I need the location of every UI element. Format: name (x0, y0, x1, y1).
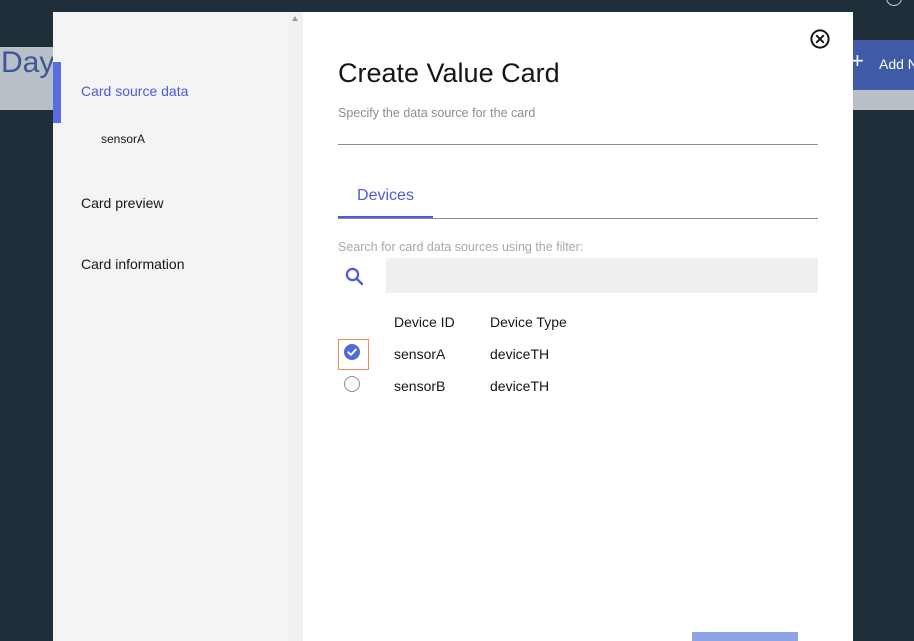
scroll-up-arrow-icon[interactable] (292, 16, 298, 21)
column-header-device-type: Device Type (490, 314, 567, 330)
nav-item-card-preview[interactable]: Card preview (53, 195, 316, 211)
background-add-button[interactable]: + Add N (851, 40, 914, 90)
modal-main-content: Create Value Card Specify the data sourc… (338, 12, 818, 641)
table-cell-device-id: sensorA (394, 346, 446, 362)
checkmark-icon (347, 348, 357, 356)
search-label: Search for card data sources using the f… (338, 240, 584, 254)
table-cell-device-id: sensorB (394, 378, 446, 394)
modal-subtitle: Specify the data source for the card (338, 106, 536, 120)
nav-sub-item-sensora[interactable]: sensorA (101, 132, 145, 146)
modal-title: Create Value Card (338, 58, 560, 88)
tab-devices[interactable]: Devices (338, 176, 433, 218)
create-value-card-modal: Card source data sensorA Card preview Ca… (53, 12, 853, 641)
nav-item-card-source-data[interactable]: Card source data (53, 83, 316, 99)
radio-sensora[interactable] (344, 344, 360, 360)
sidebar-scrollbar[interactable] (288, 12, 303, 641)
background-add-button-label: Add N (879, 56, 914, 72)
tab-devices-label: Devices (357, 187, 414, 204)
table-cell-device-type: deviceTH (490, 346, 550, 362)
search-input[interactable] (386, 258, 818, 293)
radio-sensorb[interactable] (344, 376, 360, 392)
search-icon[interactable] (344, 266, 366, 288)
tabs-divider (338, 218, 818, 219)
primary-action-button[interactable] (692, 632, 798, 641)
nav-item-card-information[interactable]: Card information (53, 256, 316, 272)
header-divider (338, 144, 818, 145)
column-header-device-id: Device ID (394, 314, 455, 330)
modal-sidebar: Card source data sensorA Card preview Ca… (53, 12, 288, 641)
table-cell-device-type: deviceTH (490, 378, 550, 394)
close-icon[interactable] (810, 29, 830, 49)
background-page-title: Day (1, 46, 55, 79)
info-icon[interactable] (886, 0, 902, 6)
